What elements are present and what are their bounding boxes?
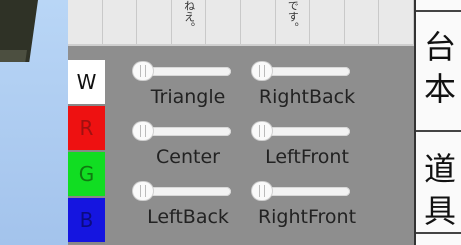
side-tab-panel: 台 本 道 具 xyxy=(414,0,461,245)
script-cell xyxy=(379,0,414,44)
slider-handle[interactable] xyxy=(133,122,153,140)
script-text-strip: ねえ。 です。 xyxy=(68,0,414,46)
script-cell xyxy=(310,0,345,44)
slider-rightback: RightBack xyxy=(252,62,372,122)
slider-label: Triangle xyxy=(150,86,226,108)
props-tab-char[interactable]: 具 xyxy=(424,194,456,228)
slider-label: RightBack xyxy=(258,86,356,108)
props-tab-char[interactable]: 道 xyxy=(424,152,456,186)
slider-leftback: LeftBack xyxy=(133,182,253,242)
color-button-column: W R G B xyxy=(68,60,105,244)
slider-rightfront: RightFront xyxy=(252,182,372,242)
script-tab-char[interactable]: 本 xyxy=(424,72,456,106)
script-cell xyxy=(137,0,172,44)
script-cell xyxy=(103,0,138,44)
green-color-button[interactable]: G xyxy=(68,152,105,198)
slider-handle[interactable] xyxy=(133,182,153,200)
red-color-button[interactable]: R xyxy=(68,106,105,152)
script-text: ねえ。 xyxy=(182,0,196,33)
blue-color-button[interactable]: B xyxy=(68,198,105,244)
script-cell xyxy=(345,0,380,44)
slider-handle[interactable] xyxy=(252,182,272,200)
slider-handle[interactable] xyxy=(133,62,153,80)
divider xyxy=(416,130,461,132)
slider-triangle: Triangle xyxy=(133,62,253,122)
slider-leftfront: LeftFront xyxy=(252,122,372,182)
divider xyxy=(416,0,461,12)
script-cell xyxy=(206,0,241,44)
script-cell: です。 xyxy=(276,0,311,44)
divider xyxy=(416,232,461,234)
slider-label: RightFront xyxy=(257,206,357,228)
slider-center: Center xyxy=(133,122,253,182)
script-cell xyxy=(241,0,276,44)
slider-label: LeftBack xyxy=(147,206,229,228)
script-cell: ねえ。 xyxy=(172,0,207,44)
slider-handle[interactable] xyxy=(252,62,272,80)
white-color-button[interactable]: W xyxy=(68,60,105,106)
slider-handle[interactable] xyxy=(252,122,272,140)
script-cell xyxy=(68,0,103,44)
slider-label: LeftFront xyxy=(265,146,349,168)
script-tab-char[interactable]: 台 xyxy=(424,30,456,64)
script-text: です。 xyxy=(286,0,300,33)
slider-label: Center xyxy=(156,146,220,168)
